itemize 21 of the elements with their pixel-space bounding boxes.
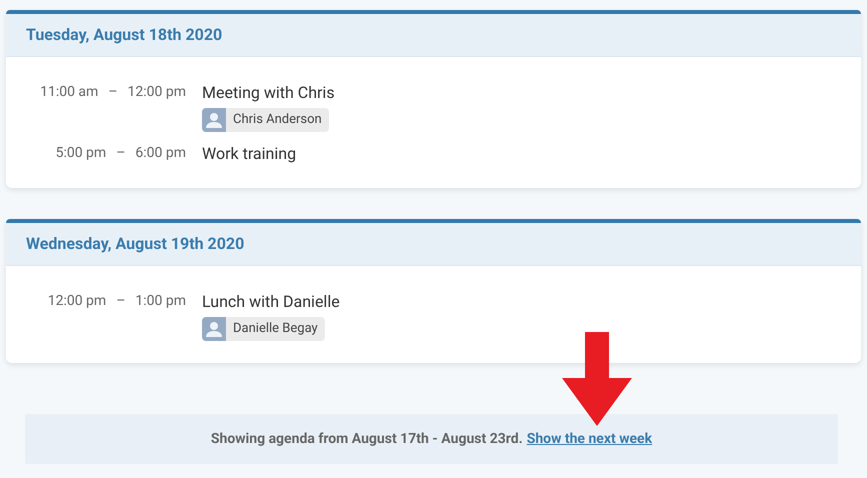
day-heading: Tuesday, August 18th 2020 xyxy=(26,24,222,46)
time-separator: – xyxy=(116,292,126,311)
time-separator: – xyxy=(108,83,118,102)
start-time: 5:00 pm xyxy=(56,144,106,163)
start-time: 11:00 am xyxy=(40,83,98,102)
agenda-range-text: Showing agenda from August 17th - August 23rd. xyxy=(210,430,523,448)
next-week-link[interactable]: Show the next week xyxy=(526,428,652,450)
event-title: Lunch with Danielle xyxy=(202,291,340,313)
end-time: 6:00 pm xyxy=(135,144,186,163)
end-time: 1:00 pm xyxy=(135,292,186,311)
attendee-chip[interactable]: Danielle Begay xyxy=(202,317,325,341)
down-arrow-icon xyxy=(562,332,632,426)
end-time: 12:00 pm xyxy=(128,83,186,102)
event-title: Meeting with Chris xyxy=(202,82,335,104)
start-time: 12:00 pm xyxy=(48,292,106,311)
event-title: Work training xyxy=(202,143,296,165)
time-separator: – xyxy=(116,144,126,163)
person-icon xyxy=(202,108,226,132)
attendee-chip[interactable]: Chris Anderson xyxy=(202,108,329,132)
day-heading: Wednesday, August 19th 2020 xyxy=(26,233,244,255)
person-icon xyxy=(202,317,226,341)
